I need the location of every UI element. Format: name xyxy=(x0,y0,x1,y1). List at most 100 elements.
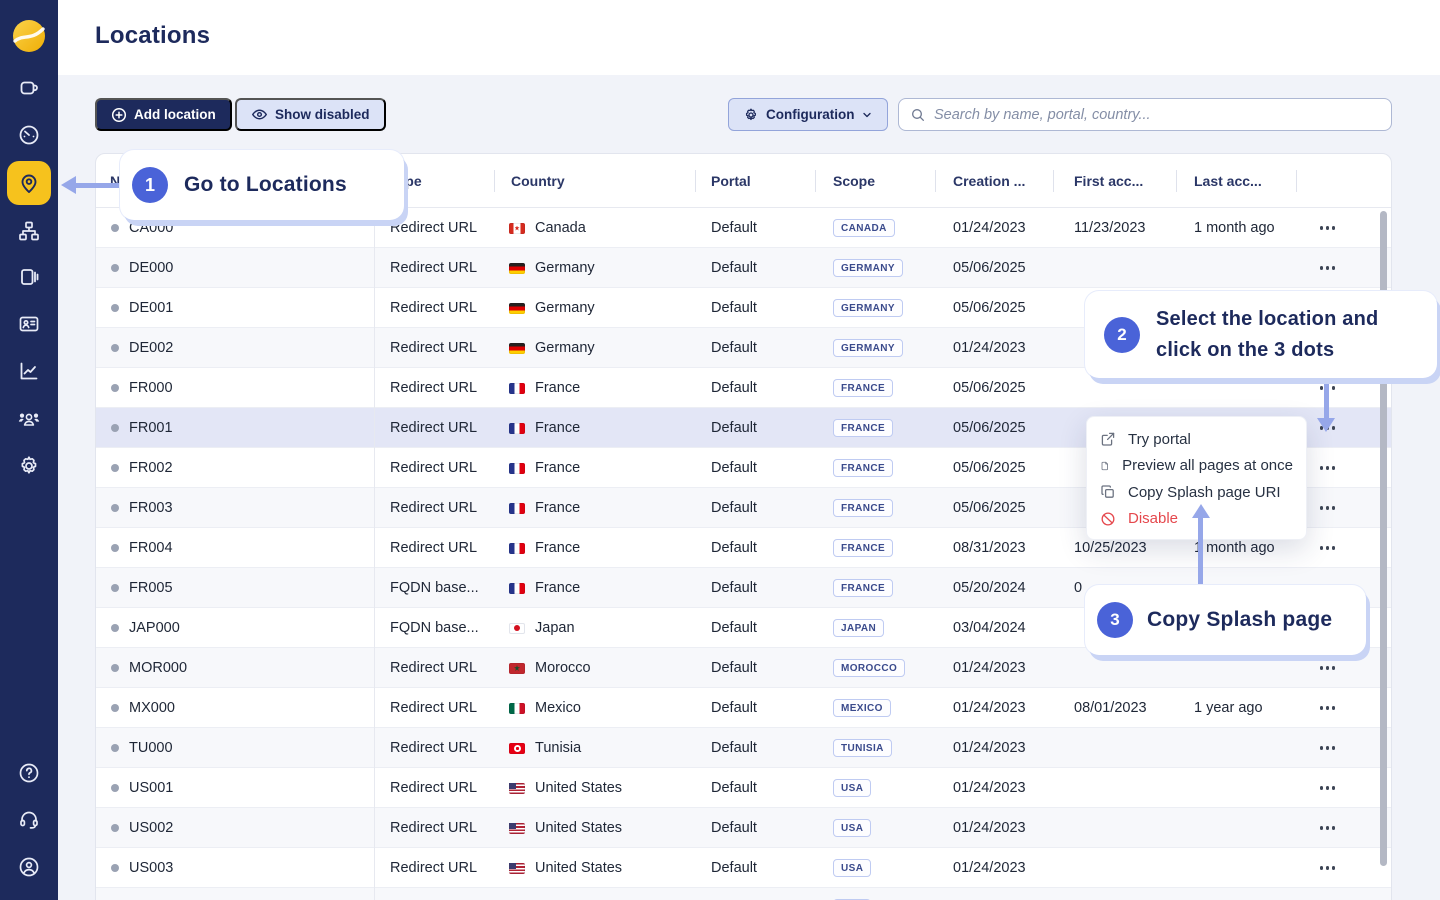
chevron-down-icon xyxy=(861,109,873,121)
row-country-name: France xyxy=(535,500,580,516)
column-divider xyxy=(815,170,816,192)
menu-item-label: Try portal xyxy=(1128,431,1191,448)
row-portal: Default xyxy=(711,328,757,368)
status-dot xyxy=(111,344,119,352)
row-actions-button[interactable] xyxy=(1318,660,1337,675)
arrow-to-locations-head xyxy=(61,176,76,194)
sidebar-item-network[interactable] xyxy=(17,219,41,243)
row-creation: 08/31/2023 xyxy=(953,528,1026,568)
scope-badge: USA xyxy=(833,779,871,797)
row-actions-button[interactable] xyxy=(1318,540,1337,555)
row-country-name: France xyxy=(535,460,580,476)
scope-badge: USA xyxy=(833,859,871,877)
row-name: FR001 xyxy=(129,408,173,448)
menu-item-copy-splash-uri[interactable]: Copy Splash page URI xyxy=(1087,479,1306,506)
sidebar-item-contacts[interactable] xyxy=(17,312,41,336)
country-flag xyxy=(509,343,525,354)
column-header-last[interactable]: Last acc... xyxy=(1194,173,1262,189)
show-disabled-button[interactable]: Show disabled xyxy=(235,98,386,131)
row-portal: Default xyxy=(711,768,757,808)
sidebar-item-help[interactable] xyxy=(17,761,41,785)
step-text: Copy Splash page xyxy=(1147,608,1332,632)
step-number-badge: 2 xyxy=(1104,317,1140,353)
status-dot xyxy=(111,664,119,672)
search-box xyxy=(898,98,1392,131)
scope-badge: MEXICO xyxy=(833,699,891,717)
menu-item-try-portal[interactable]: Try portal xyxy=(1087,426,1306,453)
table-row[interactable]: US002 Redirect URL United States Default… xyxy=(96,808,1391,848)
scope-badge: FRANCE xyxy=(833,419,893,437)
cup-icon xyxy=(17,76,41,100)
add-location-button[interactable]: Add location xyxy=(95,98,232,131)
sidebar-item-dashboard[interactable] xyxy=(17,123,41,147)
sidebar-item-analytics[interactable] xyxy=(17,359,41,383)
menu-item-preview-all-pages[interactable]: Preview all pages at once xyxy=(1087,453,1306,480)
row-name: MOR000 xyxy=(129,648,187,688)
column-divider xyxy=(695,170,696,192)
eye-icon xyxy=(251,106,268,123)
table-row[interactable]: DE000 Redirect URL Germany Default GERMA… xyxy=(96,248,1391,288)
row-actions-button[interactable] xyxy=(1318,780,1337,795)
chart-line-icon xyxy=(17,359,41,383)
row-first-access: 08/01/2023 xyxy=(1074,688,1147,728)
row-type: Redirect URL xyxy=(390,488,477,528)
row-actions-button[interactable] xyxy=(1318,820,1337,835)
row-actions-button[interactable] xyxy=(1318,860,1337,875)
sidebar-item-users[interactable] xyxy=(16,407,42,431)
configuration-button[interactable]: Configuration xyxy=(728,98,888,131)
row-name: FR005 xyxy=(129,568,173,608)
row-creation: 01/24/2023 xyxy=(953,768,1026,808)
ban-icon xyxy=(1100,511,1116,527)
sidebar-item-account[interactable] xyxy=(17,855,41,879)
step-text-line2: click on the 3 dots xyxy=(1156,339,1334,361)
row-portal: Default xyxy=(711,728,757,768)
row-actions-button[interactable] xyxy=(1318,700,1337,715)
sidebar-item-locations[interactable] xyxy=(7,161,51,205)
row-name: DE001 xyxy=(129,288,173,328)
sidebar-item-portal[interactable] xyxy=(17,76,41,100)
status-dot xyxy=(111,544,119,552)
row-actions-button[interactable] xyxy=(1318,740,1337,755)
table-row[interactable]: MX000 Redirect URL Mexico Default MEXICO… xyxy=(96,688,1391,728)
sidebar-item-devices[interactable] xyxy=(17,265,41,289)
row-portal: Default xyxy=(711,408,757,448)
row-country-name: France xyxy=(535,580,580,596)
table-row[interactable]: US001 Redirect URL United States Default… xyxy=(96,768,1391,808)
column-header-first[interactable]: First acc... xyxy=(1074,173,1143,189)
sidebar-item-support[interactable] xyxy=(17,808,41,832)
gauge-icon xyxy=(17,123,41,147)
app-logo[interactable] xyxy=(7,14,51,58)
row-actions-button[interactable] xyxy=(1318,460,1337,475)
row-creation: 05/06/2025 xyxy=(953,248,1026,288)
column-header-scope[interactable]: Scope xyxy=(833,173,875,189)
table-row[interactable]: TU000 Redirect URL Tunisia Default TUNIS… xyxy=(96,728,1391,768)
sidebar-item-settings[interactable] xyxy=(17,454,41,478)
row-type: Redirect URL xyxy=(390,368,477,408)
location-pin-icon xyxy=(17,171,41,195)
row-actions-button[interactable] xyxy=(1318,260,1337,275)
table-row[interactable]: US003 Redirect URL United States Default… xyxy=(96,848,1391,888)
row-creation: 03/04/2024 xyxy=(953,608,1026,648)
row-portal: Default xyxy=(711,208,757,248)
row-creation: 05/06/2025 xyxy=(953,448,1026,488)
row-country-name: France xyxy=(535,420,580,436)
row-type: Redirect URL xyxy=(390,248,477,288)
row-country-name: United States xyxy=(535,780,622,796)
row-name: FR003 xyxy=(129,488,173,528)
table-row[interactable]: USA xyxy=(96,888,1391,900)
scope-badge: FRANCE xyxy=(833,459,893,477)
row-actions-button[interactable] xyxy=(1318,220,1337,235)
column-divider xyxy=(1296,170,1297,192)
row-country-name: France xyxy=(535,540,580,556)
column-header-creation[interactable]: Creation ... xyxy=(953,173,1025,189)
external-link-icon xyxy=(1100,431,1116,447)
step-text: Go to Locations xyxy=(184,173,347,197)
row-creation: 01/24/2023 xyxy=(953,848,1026,888)
search-input[interactable] xyxy=(934,107,1380,123)
column-header-country[interactable]: Country xyxy=(511,173,565,189)
row-first-access: 0 xyxy=(1074,568,1082,608)
row-actions-button[interactable] xyxy=(1318,500,1337,515)
scope-badge: FRANCE xyxy=(833,499,893,517)
column-header-portal[interactable]: Portal xyxy=(711,173,751,189)
column-divider xyxy=(935,170,936,192)
